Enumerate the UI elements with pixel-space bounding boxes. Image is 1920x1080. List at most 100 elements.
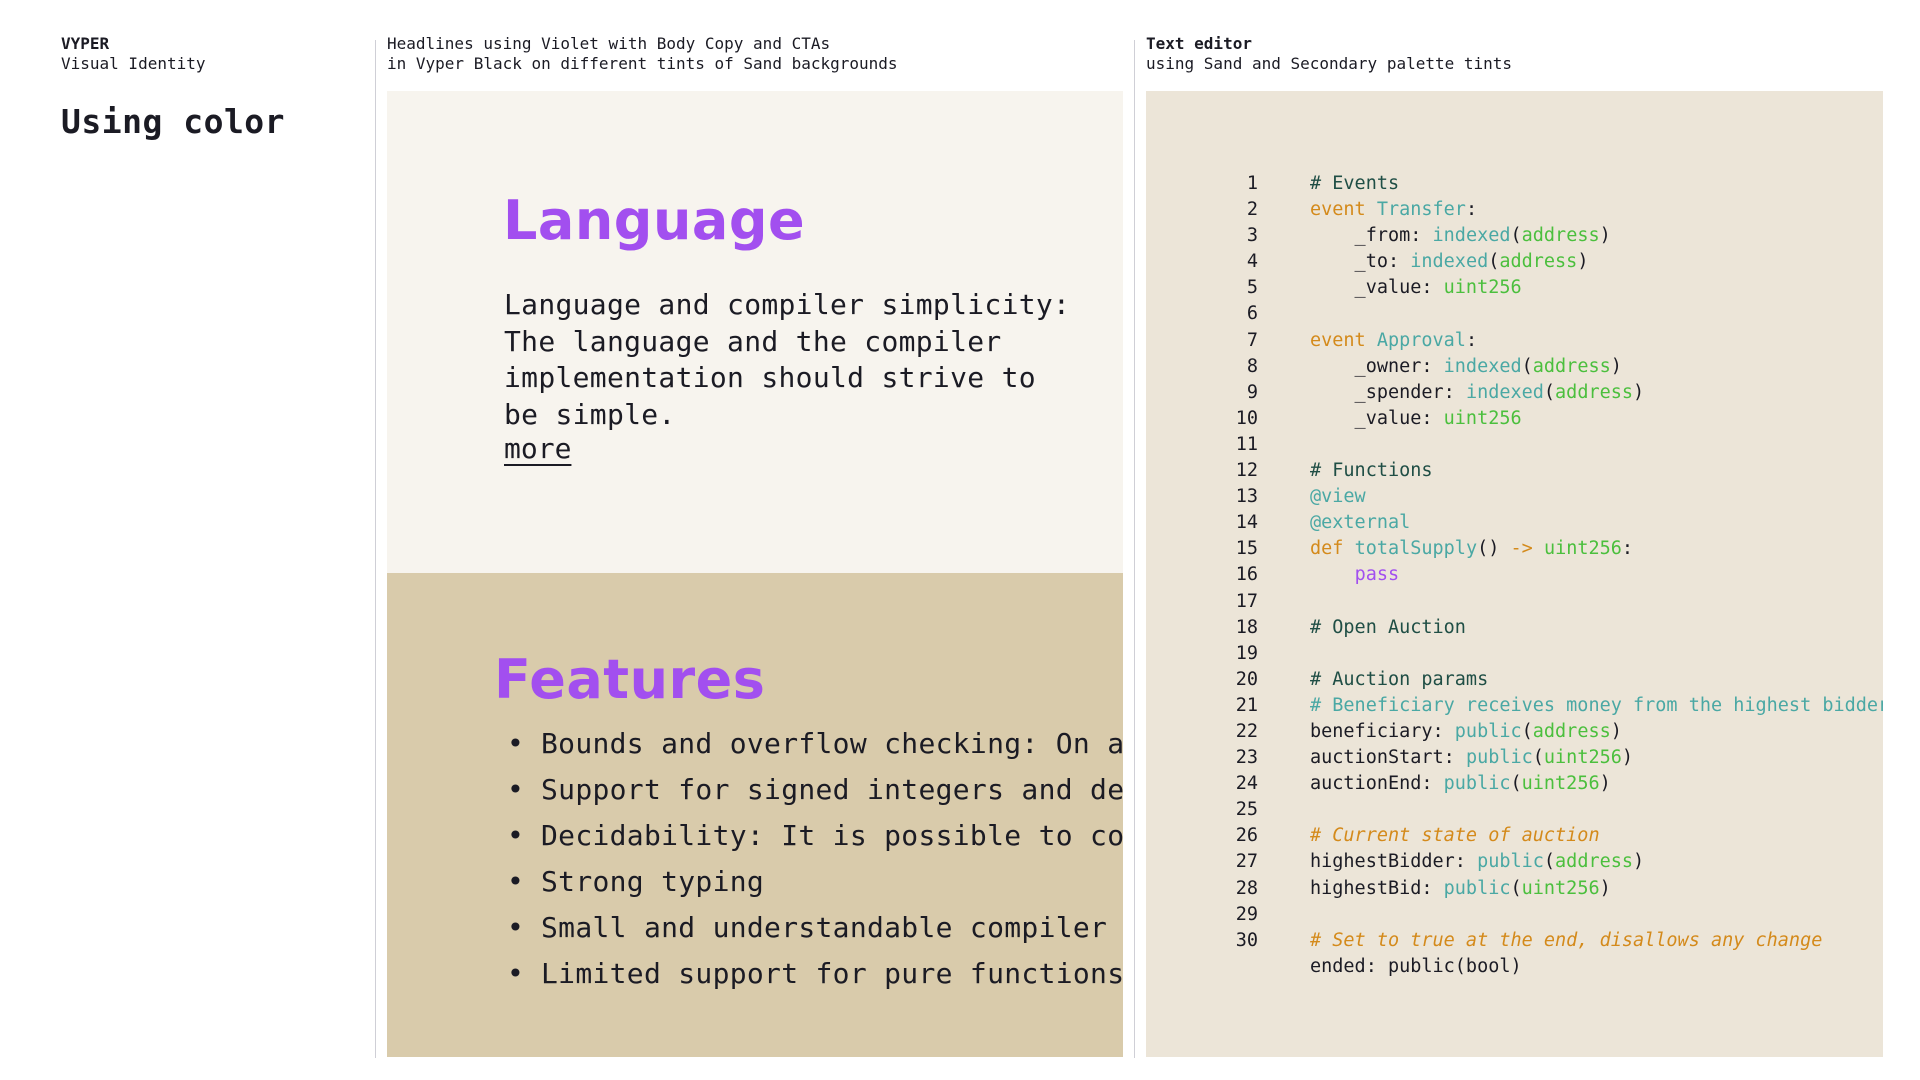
line-number: 25 xyxy=(1235,799,1258,821)
code-text: # Events xyxy=(1310,171,1399,197)
code-token: : xyxy=(1621,538,1634,560)
code-token: ) xyxy=(1633,381,1645,403)
code-token: highestBid: xyxy=(1310,877,1444,899)
editor-caption: Text editor using Sand and Secondary pal… xyxy=(1146,34,1883,74)
middle-caption-line2: in Vyper Black on different tints of San… xyxy=(387,54,898,73)
code-token: address xyxy=(1532,720,1611,742)
line-number: 29 xyxy=(1235,903,1258,925)
code-text: highestBidder: public(address) xyxy=(1310,849,1644,875)
line-number: 3 xyxy=(1246,225,1258,247)
text-editor-panel[interactable]: 1 # Events 2 event Transfer: 3 _from: indexe… xyxy=(1146,91,1883,1057)
line-number: 9 xyxy=(1246,381,1258,403)
feature-text: Small and understandable compiler c xyxy=(541,911,1123,944)
code-token: ) xyxy=(1610,720,1622,742)
brand-block: VYPER Visual Identity xyxy=(61,34,361,74)
code-line: 2 event Transfer: xyxy=(1202,197,1883,223)
code-token: indexed xyxy=(1443,355,1522,377)
code-token: public xyxy=(1443,773,1511,795)
code-line: 12 # Functions xyxy=(1202,458,1883,484)
code-token: pass xyxy=(1354,564,1400,586)
line-number: 23 xyxy=(1235,747,1258,769)
code-line: 24 auctionEnd: public(uint256) xyxy=(1202,771,1883,797)
code-token: auctionStart: xyxy=(1310,747,1466,769)
code-text: _from: indexed(address) xyxy=(1310,223,1611,249)
code-token: () xyxy=(1477,538,1511,560)
code-line: 23 auctionStart: public(uint256) xyxy=(1202,745,1883,771)
code-text: ended: public(bool) xyxy=(1310,954,1522,980)
line-number: 10 xyxy=(1235,407,1258,429)
code-token: # Auction params xyxy=(1310,668,1489,690)
code-token: ) xyxy=(1633,851,1645,873)
code-token: -> xyxy=(1510,538,1544,560)
code-token: ) xyxy=(1599,877,1611,899)
code-line: 29 xyxy=(1202,902,1883,928)
line-number: 22 xyxy=(1235,720,1258,742)
code-token: event xyxy=(1310,199,1377,221)
page-title: Using color xyxy=(61,102,286,141)
code-line: 5 _value: uint256 xyxy=(1202,275,1883,301)
code-token: ) xyxy=(1621,747,1634,769)
code-token: # Set to true at the end, disallows any … xyxy=(1310,929,1823,951)
language-heading: Language xyxy=(503,189,806,252)
list-item: • Small and understandable compiler c xyxy=(507,905,1123,951)
line-number: 2 xyxy=(1246,199,1258,221)
code-token: ( xyxy=(1521,720,1533,742)
code-line: 1 # Events xyxy=(1202,171,1883,197)
line-number: 15 xyxy=(1235,538,1258,560)
line-number: 4 xyxy=(1246,251,1258,273)
code-token: _value: xyxy=(1310,277,1444,299)
code-line: 30 # Set to true at the end, disallows an… xyxy=(1202,928,1883,954)
language-body: Language and compiler simplicity: The la… xyxy=(504,288,1071,431)
code-token: uint256 xyxy=(1543,538,1622,560)
code-line: 26 # Current state of auction xyxy=(1202,823,1883,849)
line-number: 21 xyxy=(1235,694,1258,716)
code-token: uint256 xyxy=(1521,773,1600,795)
bullet-icon: • xyxy=(507,819,525,852)
code-token: public xyxy=(1477,851,1544,873)
editor-caption-title: Text editor xyxy=(1146,34,1252,53)
code-token: uint256 xyxy=(1521,877,1600,899)
code-token: : xyxy=(1465,329,1478,351)
code-token: # Functions xyxy=(1310,460,1433,482)
more-link[interactable]: more xyxy=(504,431,571,467)
code-line: 13 @view xyxy=(1202,484,1883,510)
feature-text: Decidability: It is possible to com xyxy=(541,819,1123,852)
code-text: @external xyxy=(1310,510,1410,536)
line-number: 24 xyxy=(1235,773,1258,795)
bullet-icon: • xyxy=(507,911,525,944)
feature-text: Support for signed integers and dec xyxy=(541,773,1123,806)
code-area[interactable]: 1 # Events 2 event Transfer: 3 _from: indexe… xyxy=(1202,171,1883,980)
code-token: auctionEnd: xyxy=(1310,773,1444,795)
code-token: _to: xyxy=(1310,251,1411,273)
code-text: _to: indexed(address) xyxy=(1310,249,1589,275)
code-line: 11 xyxy=(1202,432,1883,458)
code-token: _from: xyxy=(1310,225,1433,247)
line-number: 8 xyxy=(1246,355,1258,377)
column-divider-right xyxy=(1134,40,1135,1058)
list-item: • Support for signed integers and dec xyxy=(507,767,1123,813)
code-token: address xyxy=(1555,851,1634,873)
brand-name: VYPER xyxy=(61,34,110,53)
editor-caption-subtitle: using Sand and Secondary palette tints xyxy=(1146,54,1513,73)
bullet-icon: • xyxy=(507,865,525,898)
code-line: 16 pass xyxy=(1202,562,1883,588)
feature-text: Limited support for pure functions: xyxy=(541,957,1123,990)
middle-caption: Headlines using Violet with Body Copy an… xyxy=(387,34,1123,74)
bullet-icon: • xyxy=(507,957,525,990)
code-text: highestBid: public(uint256) xyxy=(1310,876,1611,902)
code-line: 6 xyxy=(1202,301,1883,327)
code-token: address xyxy=(1499,251,1578,273)
code-line: 10 _value: uint256 xyxy=(1202,406,1883,432)
features-panel: Features • Bounds and overflow checking: … xyxy=(387,573,1123,1057)
code-text: event Approval: xyxy=(1310,328,1477,354)
line-number: 12 xyxy=(1235,460,1258,482)
code-token: public xyxy=(1465,747,1533,769)
code-text: # Beneficiary receives money from the hi… xyxy=(1310,693,1883,719)
bullet-icon: • xyxy=(507,773,525,806)
code-token: ( xyxy=(1532,747,1544,769)
code-line: 18 # Open Auction xyxy=(1202,615,1883,641)
code-token: beneficiary: xyxy=(1310,720,1455,742)
code-token: ( xyxy=(1521,355,1533,377)
code-line: 27 highestBidder: public(address) xyxy=(1202,849,1883,875)
